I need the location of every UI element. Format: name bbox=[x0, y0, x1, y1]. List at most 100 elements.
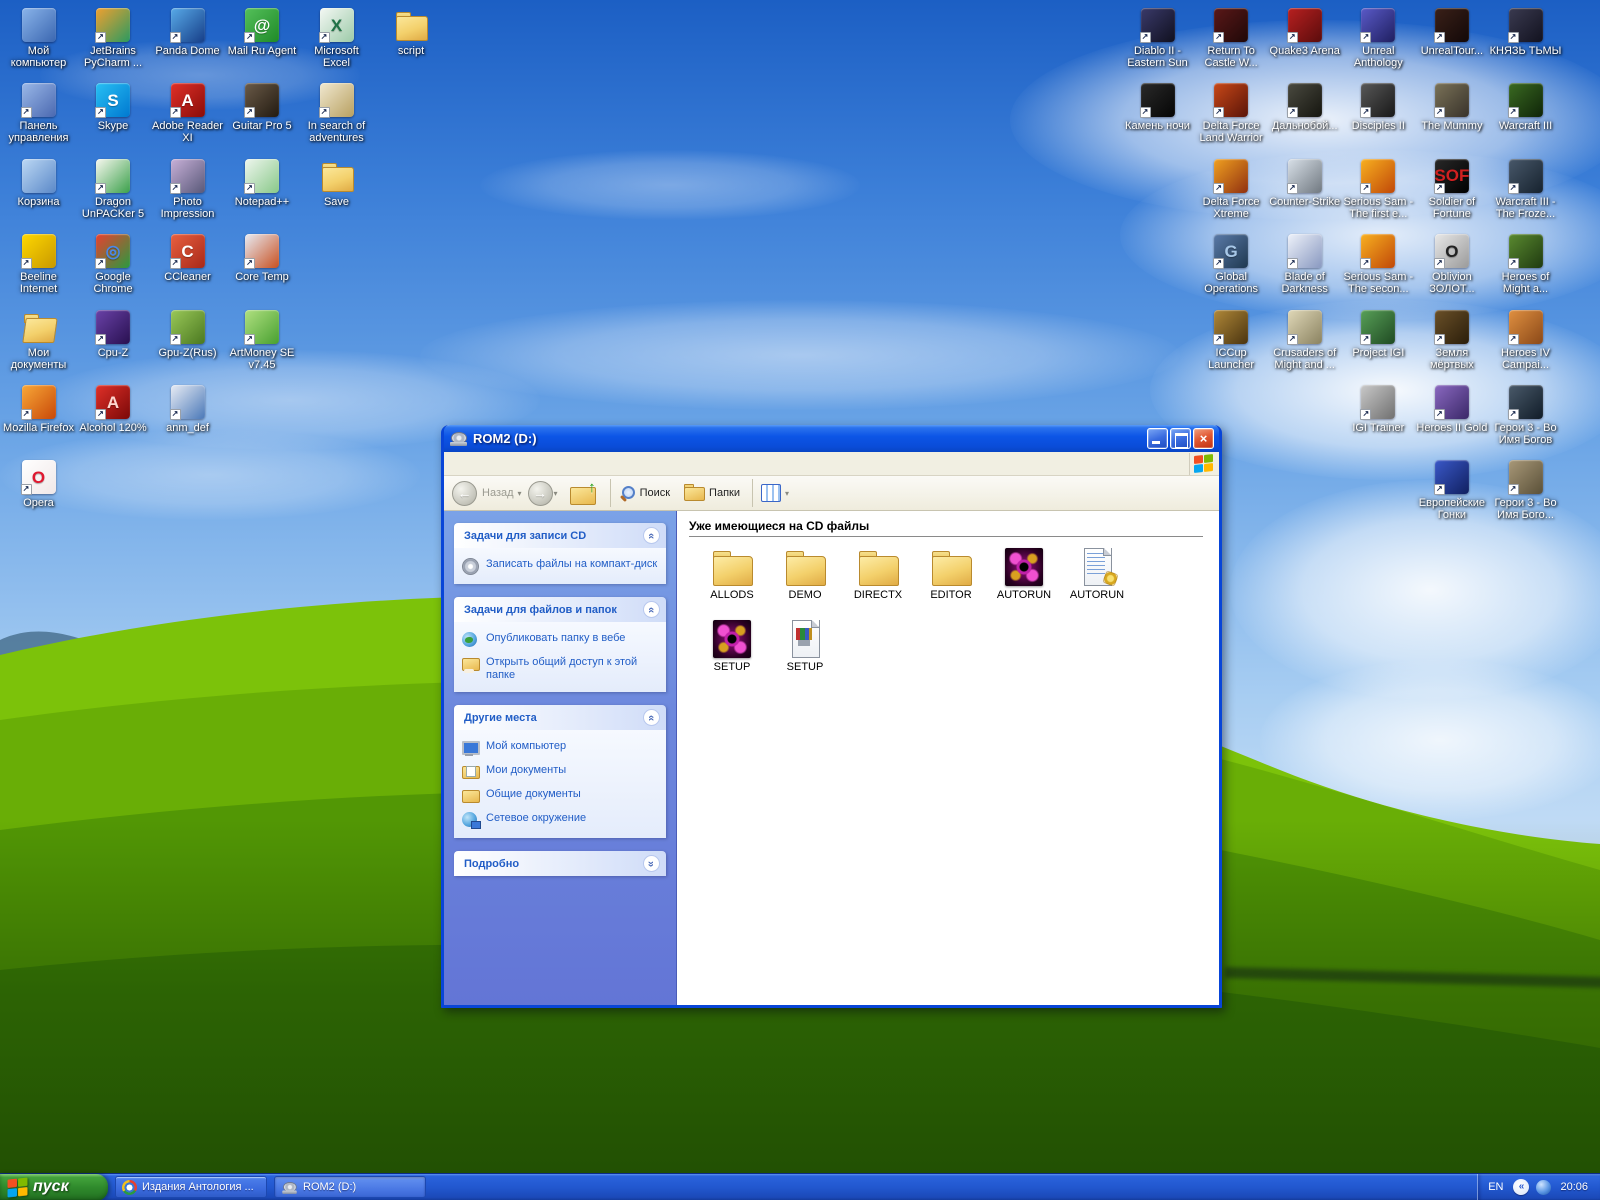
desktop-icon[interactable]: Delta Force Land Warrior bbox=[1195, 83, 1268, 144]
desktop-icon[interactable]: @ Mail Ru Agent bbox=[226, 8, 299, 57]
desktop-icon[interactable]: Мой компьютер bbox=[2, 8, 75, 69]
desktop-icon[interactable]: Корзина bbox=[2, 159, 75, 208]
search-icon[interactable] bbox=[619, 485, 635, 501]
up-button[interactable] bbox=[570, 481, 596, 505]
desktop-icon[interactable]: ICCup Launcher bbox=[1195, 310, 1268, 371]
desktop-icon[interactable]: script bbox=[375, 8, 448, 57]
file-item[interactable]: AUTORUN bbox=[989, 547, 1059, 601]
desktop-icon[interactable]: ◎ Google Chrome bbox=[77, 234, 150, 295]
task-panel-item[interactable]: Сетевое окружение bbox=[462, 812, 660, 828]
desktop-icon[interactable]: X Microsoft Excel bbox=[300, 8, 373, 69]
views-icon[interactable] bbox=[761, 484, 781, 502]
desktop-icon[interactable]: UnrealTour... bbox=[1415, 8, 1488, 57]
desktop-icon[interactable]: S Skype bbox=[77, 83, 150, 132]
desktop-icon[interactable]: G Global Operations bbox=[1195, 234, 1268, 295]
desktop-icon[interactable]: Project IGI bbox=[1342, 310, 1415, 359]
task-panel-header[interactable]: Подробно « bbox=[454, 851, 666, 876]
desktop-icon[interactable]: Cpu-Z bbox=[77, 310, 150, 359]
desktop-icon[interactable]: O Oblivion ЗОЛОТ... bbox=[1415, 234, 1488, 295]
desktop-icon[interactable]: SOF Soldier of Fortune bbox=[1415, 159, 1488, 220]
desktop-icon[interactable]: Gpu-Z(Rus) bbox=[151, 310, 224, 359]
file-item[interactable]: DEMO bbox=[770, 547, 840, 601]
file-item[interactable]: ALLODS bbox=[697, 547, 767, 601]
desktop-icon[interactable]: Guitar Pro 5 bbox=[226, 83, 299, 132]
file-item[interactable]: DIRECTX bbox=[843, 547, 913, 601]
desktop-icon[interactable]: Герои 3 - Во Имя Бого... bbox=[1489, 460, 1562, 521]
task-panel-item[interactable]: Мои документы bbox=[462, 764, 660, 780]
start-button[interactable]: пуск bbox=[0, 1174, 108, 1200]
search-label[interactable]: Поиск bbox=[640, 487, 670, 499]
task-panel-item[interactable]: Общие документы bbox=[462, 788, 660, 804]
desktop-icon[interactable]: Земля мёртвых bbox=[1415, 310, 1488, 371]
tray-icon[interactable] bbox=[1536, 1180, 1551, 1195]
task-panel-header[interactable]: Задачи для записи CD « bbox=[454, 523, 666, 548]
desktop-icon[interactable]: Heroes II Gold bbox=[1415, 385, 1488, 434]
chevron-icon[interactable]: « bbox=[643, 855, 660, 872]
desktop-icon[interactable]: Дальнобой... bbox=[1268, 83, 1341, 132]
chevron-icon[interactable]: « bbox=[643, 601, 660, 618]
desktop-icon[interactable]: Panda Dome bbox=[151, 8, 224, 57]
desktop-icon[interactable]: Heroes of Might a... bbox=[1489, 234, 1562, 295]
desktop-icon[interactable]: JetBrains PyCharm ... bbox=[77, 8, 150, 69]
desktop-icon[interactable]: Photo Impression bbox=[151, 159, 224, 220]
desktop-icon[interactable]: Serious Sam - The secon... bbox=[1342, 234, 1415, 295]
file-item[interactable]: SETUP bbox=[697, 619, 767, 673]
desktop-icon[interactable]: Heroes IV Campai... bbox=[1489, 310, 1562, 371]
desktop-icon[interactable]: O Opera bbox=[2, 460, 75, 509]
desktop-icon[interactable]: Serious Sam - The first e... bbox=[1342, 159, 1415, 220]
desktop-icon[interactable]: Notepad++ bbox=[226, 159, 299, 208]
desktop-icon[interactable]: The Mummy bbox=[1415, 83, 1488, 132]
desktop-icon[interactable]: In search of adventures bbox=[300, 83, 373, 144]
desktop-icon[interactable]: Save bbox=[300, 159, 373, 208]
views-dropdown-icon[interactable]: ▾ bbox=[785, 489, 789, 498]
taskbar-task[interactable]: ROM2 (D:) bbox=[274, 1176, 426, 1198]
desktop-icon[interactable]: C CCleaner bbox=[151, 234, 224, 283]
desktop-icon[interactable]: Core Temp bbox=[226, 234, 299, 283]
desktop-icon[interactable]: Blade of Darkness bbox=[1268, 234, 1341, 295]
task-panel-item[interactable]: Опубликовать папку в вебе bbox=[462, 632, 660, 648]
desktop-icon[interactable]: Mozilla Firefox bbox=[2, 385, 75, 434]
title-bar[interactable]: ROM2 (D:) × bbox=[444, 425, 1219, 452]
desktop-icon[interactable]: Европейские Гонки bbox=[1415, 460, 1488, 521]
desktop-icon[interactable]: Diablo II - Eastern Sun bbox=[1121, 8, 1194, 69]
forward-button[interactable]: → bbox=[528, 481, 553, 506]
folders-label[interactable]: Папки bbox=[709, 487, 740, 499]
desktop-icon[interactable]: Warcraft III - The Froze... bbox=[1489, 159, 1562, 220]
desktop-icon[interactable]: КНЯЗЬ ТЬМЫ bbox=[1489, 8, 1562, 57]
desktop-icon[interactable]: Quake3 Arena bbox=[1268, 8, 1341, 57]
desktop-icon[interactable]: Мои документы bbox=[2, 310, 75, 371]
desktop-icon[interactable]: A Adobe Reader XI bbox=[151, 83, 224, 144]
forward-dropdown-icon[interactable]: ▾ bbox=[554, 489, 558, 498]
desktop-icon[interactable]: Crusaders of Might and ... bbox=[1268, 310, 1341, 371]
close-button[interactable]: × bbox=[1193, 428, 1214, 449]
task-panel-item[interactable]: Мой компьютер bbox=[462, 740, 660, 756]
language-indicator[interactable]: EN bbox=[1488, 1181, 1503, 1193]
minimize-button[interactable] bbox=[1147, 428, 1168, 449]
desktop-icon[interactable]: IGI Trainer bbox=[1342, 385, 1415, 434]
desktop-icon[interactable]: Beeline Internet bbox=[2, 234, 75, 295]
chevron-icon[interactable]: « bbox=[643, 709, 660, 726]
desktop-icon[interactable]: Disciples II bbox=[1342, 83, 1415, 132]
file-item[interactable]: EDITOR bbox=[916, 547, 986, 601]
folders-icon[interactable] bbox=[684, 485, 704, 501]
task-panel-header[interactable]: Задачи для файлов и папок « bbox=[454, 597, 666, 622]
hide-icons-chevron-icon[interactable]: « bbox=[1513, 1179, 1529, 1195]
desktop-icon[interactable]: Delta Force Xtreme bbox=[1195, 159, 1268, 220]
task-panel-header[interactable]: Другие места « bbox=[454, 705, 666, 730]
back-button[interactable]: ← bbox=[452, 481, 477, 506]
desktop-icon[interactable]: Dragon UnPACKer 5 bbox=[77, 159, 150, 220]
maximize-button[interactable] bbox=[1170, 428, 1191, 449]
desktop-icon[interactable]: ArtMoney SE v7.45 bbox=[226, 310, 299, 371]
back-dropdown-icon[interactable]: ▾ bbox=[518, 489, 522, 498]
task-panel-item[interactable]: Открыть общий доступ к этой папке bbox=[462, 656, 660, 682]
file-item[interactable]: SETUP bbox=[770, 619, 840, 673]
desktop-icon[interactable]: Return To Castle W... bbox=[1195, 8, 1268, 69]
file-item[interactable]: AUTORUN bbox=[1062, 547, 1132, 601]
task-panel-item[interactable]: Записать файлы на компакт-диск bbox=[462, 558, 660, 574]
desktop-icon[interactable]: Unreal Anthology bbox=[1342, 8, 1415, 69]
desktop-icon[interactable]: Панель управления bbox=[2, 83, 75, 144]
desktop-icon[interactable]: Камень ночи bbox=[1121, 83, 1194, 132]
chevron-icon[interactable]: « bbox=[643, 527, 660, 544]
taskbar-task[interactable]: Издания Антология ... bbox=[115, 1176, 267, 1198]
desktop-icon[interactable]: Counter-Strike bbox=[1268, 159, 1341, 208]
